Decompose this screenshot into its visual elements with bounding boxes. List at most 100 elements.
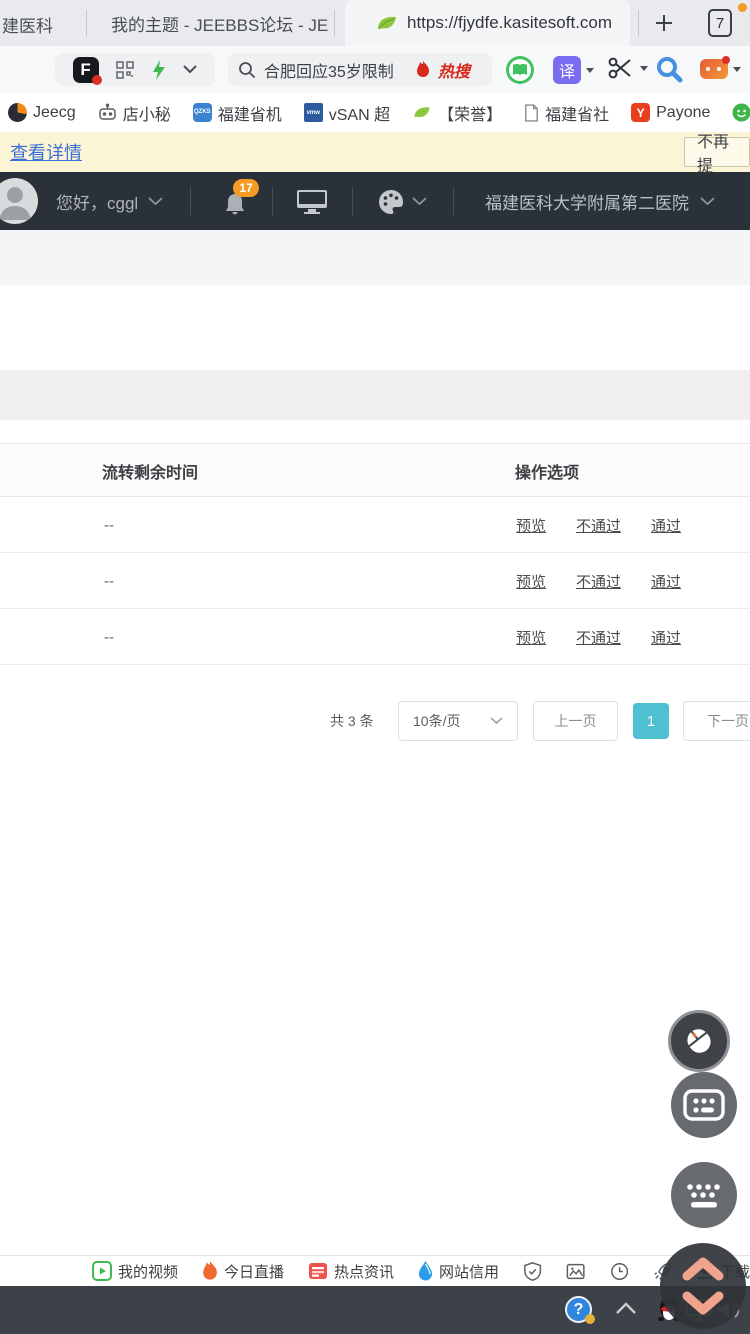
reject-link[interactable]: 不通过 — [576, 627, 621, 648]
preview-link[interactable]: 预览 — [516, 571, 546, 592]
gamepad-icon — [700, 56, 730, 79]
site-credit-item[interactable]: 网站信用 — [418, 1261, 499, 1282]
scroll-chevrons-icon — [682, 1257, 724, 1315]
shield-icon[interactable] — [523, 1261, 542, 1282]
bookmark-rongyu[interactable]: 【荣誉】 — [412, 101, 502, 125]
preview-link[interactable]: 预览 — [516, 627, 546, 648]
history-icon[interactable] — [610, 1261, 629, 1282]
user-greeting[interactable]: 您好，cggl — [56, 172, 138, 230]
reject-link[interactable]: 不通过 — [576, 571, 621, 592]
greeting-text: 您好，cggl — [56, 193, 139, 213]
chevron-down-icon — [490, 717, 503, 725]
bookmark-damai[interactable]: Damai1 — [732, 103, 750, 122]
page-size-select[interactable]: 10条/页 — [398, 701, 518, 741]
content-band-filter — [0, 370, 750, 420]
preview-link[interactable]: 预览 — [516, 515, 546, 536]
org-selector[interactable]: 福建医科大学附属第二医院 — [485, 172, 689, 230]
bookmark-label: 福建省社 — [545, 106, 610, 124]
bookmark-jeecg[interactable]: Jeecg — [8, 103, 76, 122]
keyboard-button[interactable] — [671, 1162, 737, 1228]
chevron-down-icon[interactable] — [148, 197, 163, 206]
bookmark-vsan[interactable]: vmw vSAN 超 — [303, 101, 391, 125]
chevron-up-icon[interactable] — [615, 1301, 637, 1315]
tab-partial[interactable]: 建医科 — [2, 12, 53, 37]
help-badge — [585, 1314, 595, 1324]
page-size-value: 10条/页 — [413, 713, 461, 729]
new-tab-button[interactable] — [652, 11, 676, 35]
vmware-icon: vmw — [303, 103, 323, 122]
zoom-search-icon[interactable] — [655, 55, 683, 83]
numpad-icon — [683, 1089, 725, 1121]
approve-link[interactable]: 通过 — [651, 571, 681, 592]
avatar[interactable] — [0, 178, 38, 224]
bookmark-label: vSAN 超 — [328, 106, 391, 124]
bookmarks-bar: Jeecg 店小秘 QZKS 福建省机 vmw vSAN 超 【荣誉】 福建省社… — [0, 93, 750, 132]
notice-bar: 查看详情 不再提 — [0, 132, 750, 175]
bookmark-label: 【荣誉】 — [438, 106, 503, 124]
search-box[interactable]: 合肥回应35岁限制 热搜 — [228, 53, 492, 86]
news-icon — [309, 1263, 328, 1279]
next-page-button[interactable]: 下一页 — [683, 701, 750, 741]
qzks-icon: QZKS — [192, 103, 212, 122]
chevron-down-icon[interactable] — [700, 197, 715, 206]
tab-count-button[interactable]: 7 — [708, 9, 732, 37]
bookmark-fujian-jg[interactable]: QZKS 福建省机 — [192, 101, 282, 125]
bookmark-fujian-she[interactable]: 福建省社 — [524, 101, 609, 125]
approve-link[interactable]: 通过 — [651, 627, 681, 648]
current-page-button[interactable]: 1 — [633, 703, 669, 739]
f-label: F — [80, 59, 91, 79]
dismiss-button[interactable]: 不再提 — [684, 134, 750, 175]
item-label: 我的视频 — [118, 1263, 179, 1281]
reader-icon[interactable] — [505, 55, 535, 85]
tab-separator — [638, 10, 639, 36]
reject-link[interactable]: 不通过 — [576, 515, 621, 536]
caret-down-icon — [586, 67, 594, 73]
mouse-mode-button[interactable] — [668, 1010, 730, 1072]
item-label: 今日直播 — [224, 1263, 285, 1281]
monitor-icon[interactable] — [296, 189, 328, 215]
tab-jeebbs[interactable]: 我的主题 - JEEBBS论坛 - JEE — [104, 11, 329, 36]
column-header-remaining-time: 流转剩余时间 — [102, 465, 199, 482]
translate-button[interactable]: 译 — [553, 56, 594, 84]
notification-badge: 17 — [233, 179, 259, 197]
chevron-down-icon[interactable] — [412, 197, 427, 206]
scroll-widget[interactable] — [660, 1243, 746, 1329]
item-label: 网站信用 — [439, 1263, 500, 1281]
qr-code-icon[interactable] — [116, 60, 134, 79]
live-today-item[interactable]: 今日直播 — [202, 1261, 284, 1282]
mouse-icon — [687, 1029, 711, 1053]
browser-toolbar: F 合肥回应35岁限制 热搜 译 — [0, 46, 750, 93]
screenshot-button[interactable] — [606, 54, 648, 82]
table-row: -- 预览 不通过 通过 — [0, 497, 750, 553]
alert-dot — [722, 56, 730, 64]
view-detail-link[interactable]: 查看详情 — [10, 139, 82, 165]
remaining-time-cell: -- — [104, 628, 114, 646]
palette-icon[interactable] — [378, 189, 404, 214]
page-icon — [525, 103, 539, 122]
bookmark-label: 福建省机 — [217, 106, 282, 124]
tab-active[interactable]: https://fjydfe.kasitesoft.com — [345, 0, 630, 46]
system-tray: ? — [0, 1286, 750, 1334]
bookmark-dianxiaomi[interactable]: 店小秘 — [98, 101, 171, 125]
search-icon — [239, 61, 256, 78]
hot-news-item[interactable]: 热点资讯 — [308, 1261, 394, 1282]
numpad-button[interactable] — [671, 1072, 737, 1138]
chevron-down-icon[interactable] — [183, 65, 198, 74]
screen: 建医科 我的主题 - JEEBBS论坛 - JEE https://fjydfe… — [0, 0, 750, 1334]
tab-separator — [86, 10, 87, 36]
lightning-icon[interactable] — [152, 59, 166, 80]
prev-page-button[interactable]: 上一页 — [533, 701, 618, 741]
table-row: -- 预览 不通过 通过 — [0, 553, 750, 609]
games-button[interactable] — [700, 56, 741, 79]
f-extension-button[interactable]: F — [72, 56, 102, 85]
bookmark-payone[interactable]: Y Payone — [631, 103, 710, 122]
image-icon[interactable] — [566, 1261, 585, 1282]
approve-link[interactable]: 通过 — [651, 515, 681, 536]
browser-status-bar: 我的视频 今日直播 热点资讯 网站信用 下载 — [0, 1255, 750, 1286]
divider — [453, 187, 454, 215]
extension-group: F — [55, 53, 215, 86]
my-videos-item[interactable]: 我的视频 — [92, 1261, 178, 1282]
caret-down-icon — [733, 66, 741, 72]
notification-dot — [738, 3, 747, 12]
divider — [272, 187, 273, 215]
